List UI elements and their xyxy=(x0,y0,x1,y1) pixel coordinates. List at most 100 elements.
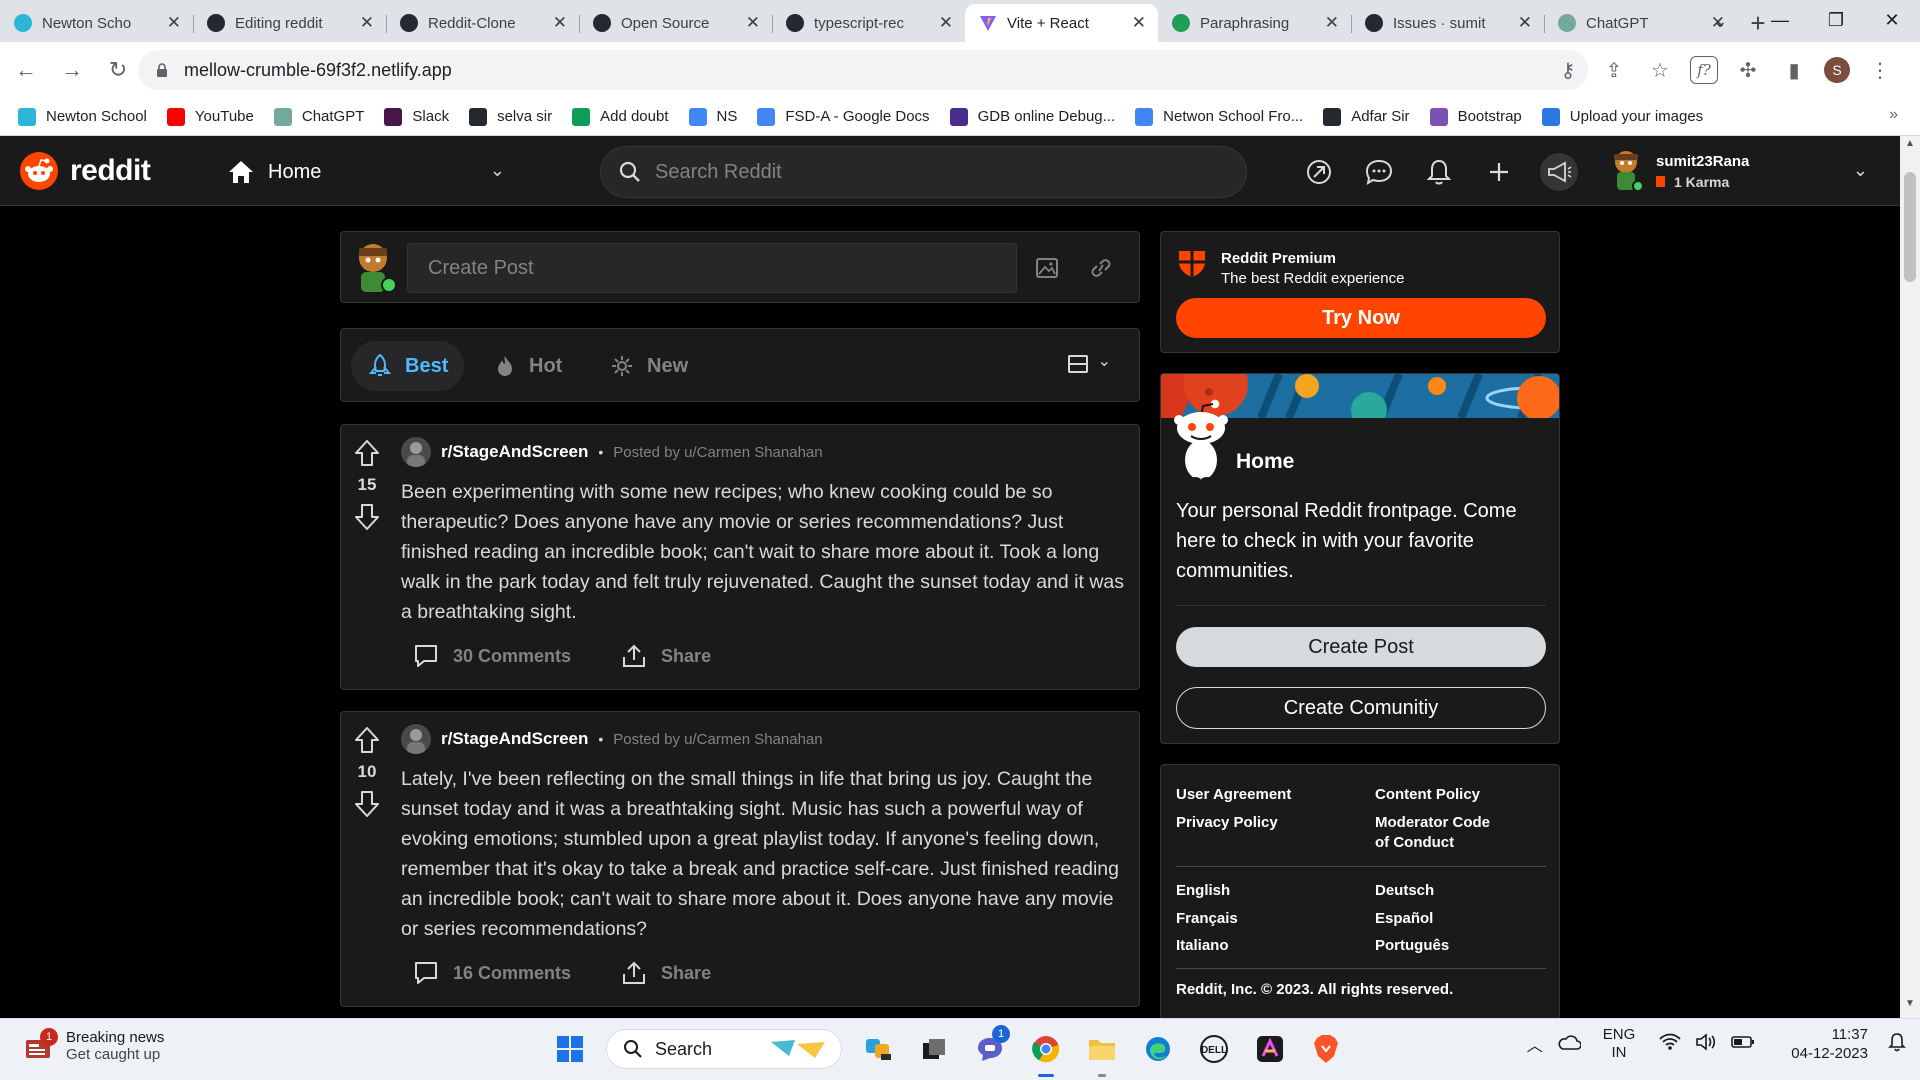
footer-link-user-agreement[interactable]: User Agreement xyxy=(1176,785,1291,805)
upvote-arrow-icon[interactable] xyxy=(354,726,380,754)
subreddit-avatar[interactable] xyxy=(401,437,431,467)
subreddit-name[interactable]: r/StageAndScreen xyxy=(441,442,588,462)
restore-button[interactable]: ❐ xyxy=(1808,0,1864,40)
windows-start-icon[interactable] xyxy=(550,1027,590,1071)
bookmark-item[interactable]: Slack xyxy=(384,107,449,126)
notification-bell-icon[interactable] xyxy=(1888,1032,1906,1056)
plus-icon[interactable] xyxy=(1480,153,1518,191)
notification-bell-icon[interactable] xyxy=(1420,153,1458,191)
try-now-button[interactable]: Try Now xyxy=(1176,298,1546,338)
link-icon[interactable] xyxy=(1083,250,1119,286)
bookmark-item[interactable]: Bootstrap xyxy=(1429,107,1522,126)
window-close-button[interactable]: ✕ xyxy=(1864,0,1920,40)
create-community-button[interactable]: Create Comunitiy xyxy=(1176,687,1546,729)
clock[interactable]: 11:37 04-12-2023 xyxy=(1791,1025,1868,1063)
share-button[interactable]: Share xyxy=(621,643,711,669)
bookmark-item[interactable]: ChatGPT xyxy=(273,107,364,126)
close-icon[interactable]: ✕ xyxy=(1518,13,1532,33)
back-arrow-icon[interactable]: ← xyxy=(6,50,46,90)
volume-icon[interactable] xyxy=(1695,1033,1717,1055)
advertise-megaphone-icon[interactable] xyxy=(1540,153,1578,191)
teams-chat-icon[interactable]: 1 xyxy=(970,1025,1010,1071)
chat-icon[interactable] xyxy=(1360,153,1398,191)
copilot-icon[interactable] xyxy=(858,1027,898,1071)
close-icon[interactable]: ✕ xyxy=(167,13,181,33)
bookmark-item[interactable]: selva sir xyxy=(469,107,552,126)
comments-button[interactable]: 30 Comments xyxy=(413,643,571,669)
password-key-icon[interactable]: ⚷ xyxy=(1552,54,1584,86)
search-input[interactable] xyxy=(655,160,1215,184)
share-icon[interactable]: ⇪ xyxy=(1598,54,1630,86)
language-espanol[interactable]: Español xyxy=(1375,909,1433,929)
battery-icon[interactable] xyxy=(1731,1035,1755,1053)
scroll-down-arrow-icon[interactable]: ▼ xyxy=(1900,998,1920,1016)
image-upload-icon[interactable] xyxy=(1029,250,1065,286)
subreddit-name[interactable]: r/StageAndScreen xyxy=(441,729,588,749)
bookmark-item[interactable]: Newton School xyxy=(18,107,147,126)
chevron-up-icon[interactable]: ︿ xyxy=(1527,1032,1543,1056)
language-francais[interactable]: Français xyxy=(1176,909,1238,929)
language-italiano[interactable]: Italiano xyxy=(1176,936,1229,956)
downvote-arrow-icon[interactable] xyxy=(354,790,380,818)
bookmark-item[interactable]: NS xyxy=(688,107,737,126)
edge-icon[interactable] xyxy=(1138,1027,1178,1071)
browser-tab-active[interactable]: Vite + React ✕ xyxy=(965,4,1158,42)
subreddit-avatar[interactable] xyxy=(401,724,431,754)
reload-icon[interactable]: ↻ xyxy=(98,50,138,90)
popular-arrow-icon[interactable] xyxy=(1300,153,1338,191)
menu-kebab-icon[interactable]: ⋮ xyxy=(1864,54,1896,86)
forward-arrow-icon[interactable]: → xyxy=(52,50,92,90)
address-bar[interactable]: mellow-crumble-69f3f2.netlify.app xyxy=(138,50,1588,90)
close-icon[interactable]: ✕ xyxy=(939,13,953,33)
language-portugues[interactable]: Português xyxy=(1375,936,1449,956)
footer-link-moderator-code[interactable]: Moderator Code of Conduct xyxy=(1375,813,1505,853)
wifi-icon[interactable] xyxy=(1659,1033,1681,1055)
bookmark-star-icon[interactable]: ☆ xyxy=(1644,54,1676,86)
side-panel-icon[interactable]: ▮ xyxy=(1778,54,1810,86)
close-icon[interactable]: ✕ xyxy=(1132,13,1146,33)
profile-avatar[interactable]: S xyxy=(1824,57,1850,83)
reddit-search[interactable] xyxy=(600,146,1247,198)
share-button[interactable]: Share xyxy=(621,960,711,986)
scrollbar-thumb[interactable] xyxy=(1904,172,1916,282)
browser-tab[interactable]: Paraphrasing ✕ xyxy=(1158,4,1351,42)
bookmark-item[interactable]: Netwon School Fro... xyxy=(1135,107,1303,126)
extension-fx-icon[interactable]: f? xyxy=(1690,56,1718,84)
reddit-logo[interactable]: reddit xyxy=(20,152,151,190)
comments-button[interactable]: 16 Comments xyxy=(413,960,571,986)
bookmark-item[interactable]: GDB online Debug... xyxy=(949,107,1115,126)
language-english[interactable]: English xyxy=(1176,881,1230,901)
create-post-button[interactable]: Create Post xyxy=(1176,627,1546,667)
footer-link-privacy-policy[interactable]: Privacy Policy xyxy=(1176,813,1278,833)
sort-tab-hot[interactable]: Hot xyxy=(477,341,578,391)
create-post-input[interactable] xyxy=(407,243,1017,293)
dell-icon[interactable]: DELL xyxy=(1194,1027,1234,1071)
language-indicator[interactable]: ENG IN xyxy=(1603,1026,1636,1062)
browser-tab[interactable]: Issues · sumit ✕ xyxy=(1351,4,1544,42)
page-scrollbar[interactable]: ▲ ▼ xyxy=(1900,136,1920,1018)
minimize-button[interactable]: — xyxy=(1752,0,1808,40)
post-card[interactable]: 15 r/StageAndScreen • Posted by u/Carmen… xyxy=(340,424,1140,690)
task-view-icon[interactable] xyxy=(914,1027,954,1071)
bookmark-item[interactable]: Add doubt xyxy=(572,107,669,126)
extensions-puzzle-icon[interactable]: ✣ xyxy=(1732,54,1764,86)
news-widget[interactable]: 1 Breaking news Get caught up xyxy=(24,1028,164,1063)
sort-tab-new[interactable]: New xyxy=(593,341,704,391)
tab-search-chevron-icon[interactable]: ⌄ xyxy=(1700,4,1740,38)
taskbar-search[interactable]: Search xyxy=(606,1029,842,1069)
browser-tab[interactable]: Reddit-Clone ✕ xyxy=(386,4,579,42)
browser-tab[interactable]: typescript-rec ✕ xyxy=(772,4,965,42)
file-explorer-icon[interactable] xyxy=(1082,1027,1122,1077)
onedrive-cloud-icon[interactable] xyxy=(1557,1034,1582,1054)
bookmark-item[interactable]: Adfar Sir xyxy=(1323,107,1410,126)
feed-selector[interactable]: Home ⌄ xyxy=(228,154,523,190)
bookmark-item[interactable]: YouTube xyxy=(166,107,254,126)
post-card[interactable]: 10 r/StageAndScreen • Posted by u/Carmen… xyxy=(340,711,1140,1007)
sort-tab-best[interactable]: Best xyxy=(351,341,465,391)
language-deutsch[interactable]: Deutsch xyxy=(1375,881,1434,901)
arc-app-icon[interactable] xyxy=(1250,1027,1290,1071)
chrome-icon[interactable] xyxy=(1026,1027,1066,1077)
bookmark-item[interactable]: Upload your images xyxy=(1541,107,1703,126)
close-icon[interactable]: ✕ xyxy=(553,13,567,33)
brave-icon[interactable] xyxy=(1306,1027,1346,1071)
